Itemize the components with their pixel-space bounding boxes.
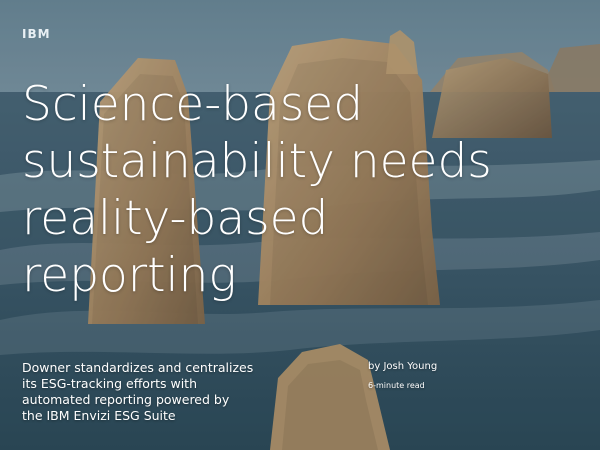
page-title-line-3: reality-based <box>22 191 329 246</box>
page-title-line-1: Science-based <box>22 77 364 132</box>
page-title-line-4: reporting <box>22 248 237 303</box>
dek-line-4: the IBM Envizi ESG Suite <box>22 408 176 423</box>
read-time: 6-minute read <box>368 381 425 390</box>
page-title-line-2: sustainability needs <box>22 134 492 189</box>
dek-line-1: Downer standardizes and centralizes <box>22 360 254 375</box>
article-dek: Downer standardizes and centralizes its … <box>22 360 282 424</box>
author-byline: by Josh Young <box>368 361 438 372</box>
dek-line-2: its ESG-tracking efforts with <box>22 376 197 391</box>
hero-banner: IBM Science-based sustainability needs r… <box>0 0 600 450</box>
dek-line-3: automated reporting powered by <box>22 392 230 407</box>
page-title: Science-based sustainability needs reali… <box>22 76 582 304</box>
ibm-logo: IBM <box>22 27 51 41</box>
